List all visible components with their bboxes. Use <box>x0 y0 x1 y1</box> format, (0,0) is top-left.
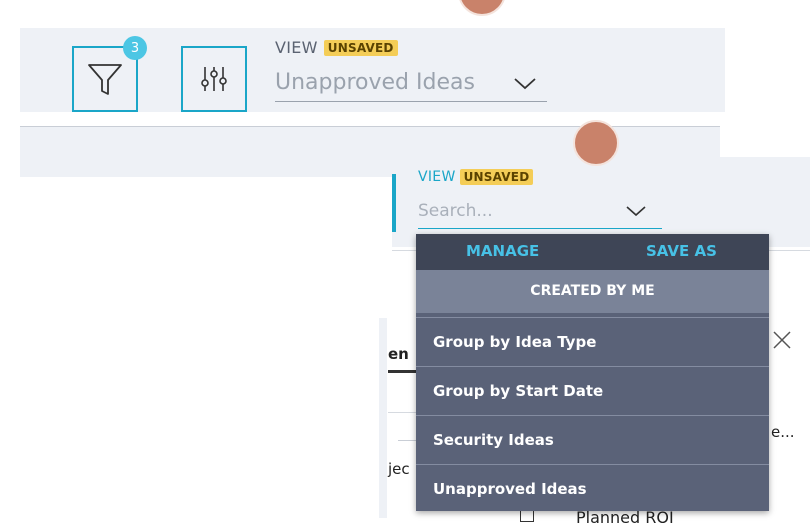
panel-view-search[interactable] <box>418 201 662 229</box>
filter-count-badge: 3 <box>123 36 147 60</box>
user-avatar[interactable] <box>458 0 506 16</box>
search-underline <box>418 228 662 229</box>
panel-unsaved-badge: UNSAVED <box>459 169 534 185</box>
view-selector[interactable]: Unapproved Ideas <box>275 70 547 102</box>
truncated-text-fragment: e... <box>771 423 795 441</box>
selected-view: Unapproved Ideas <box>275 70 475 95</box>
column-sort-line <box>388 370 418 373</box>
view-underline <box>275 101 547 102</box>
view-header: VIEW UNSAVED <box>275 38 398 57</box>
chevron-down-icon <box>514 78 536 90</box>
view-dropdown: MANAGE SAVE AS CREATED BY ME Group by Id… <box>416 234 769 511</box>
chevron-down-icon <box>626 206 646 217</box>
dropdown-header: MANAGE SAVE AS <box>416 234 769 270</box>
view-option-security-ideas[interactable]: Security Ideas <box>416 415 769 464</box>
manage-button[interactable]: MANAGE <box>466 242 539 260</box>
user-avatar-2[interactable] <box>573 120 619 166</box>
column-header-fragment: en <box>388 345 409 363</box>
row-divider <box>388 412 418 413</box>
unsaved-badge: UNSAVED <box>323 39 398 56</box>
table-edge <box>379 318 387 518</box>
view-option-group-by-idea-type[interactable]: Group by Idea Type <box>416 317 769 366</box>
panel-view-label: VIEW <box>418 169 456 185</box>
save-as-button[interactable]: SAVE AS <box>646 242 717 260</box>
close-icon[interactable] <box>771 329 793 351</box>
view-search-input[interactable] <box>418 201 618 221</box>
cell-border <box>398 440 416 441</box>
view-option-group-by-start-date[interactable]: Group by Start Date <box>416 366 769 415</box>
panel-edge <box>392 174 396 232</box>
adjust-columns-button[interactable] <box>181 46 247 112</box>
view-option-unapproved-ideas[interactable]: Unapproved Ideas <box>416 464 769 513</box>
created-by-me-group-header: CREATED BY ME <box>416 270 769 313</box>
panel-view-header: VIEW UNSAVED <box>418 169 534 185</box>
sliders-icon <box>201 67 227 91</box>
funnel-icon <box>88 64 122 95</box>
cell-fragment: jec <box>388 460 410 478</box>
view-label: VIEW <box>275 38 318 57</box>
